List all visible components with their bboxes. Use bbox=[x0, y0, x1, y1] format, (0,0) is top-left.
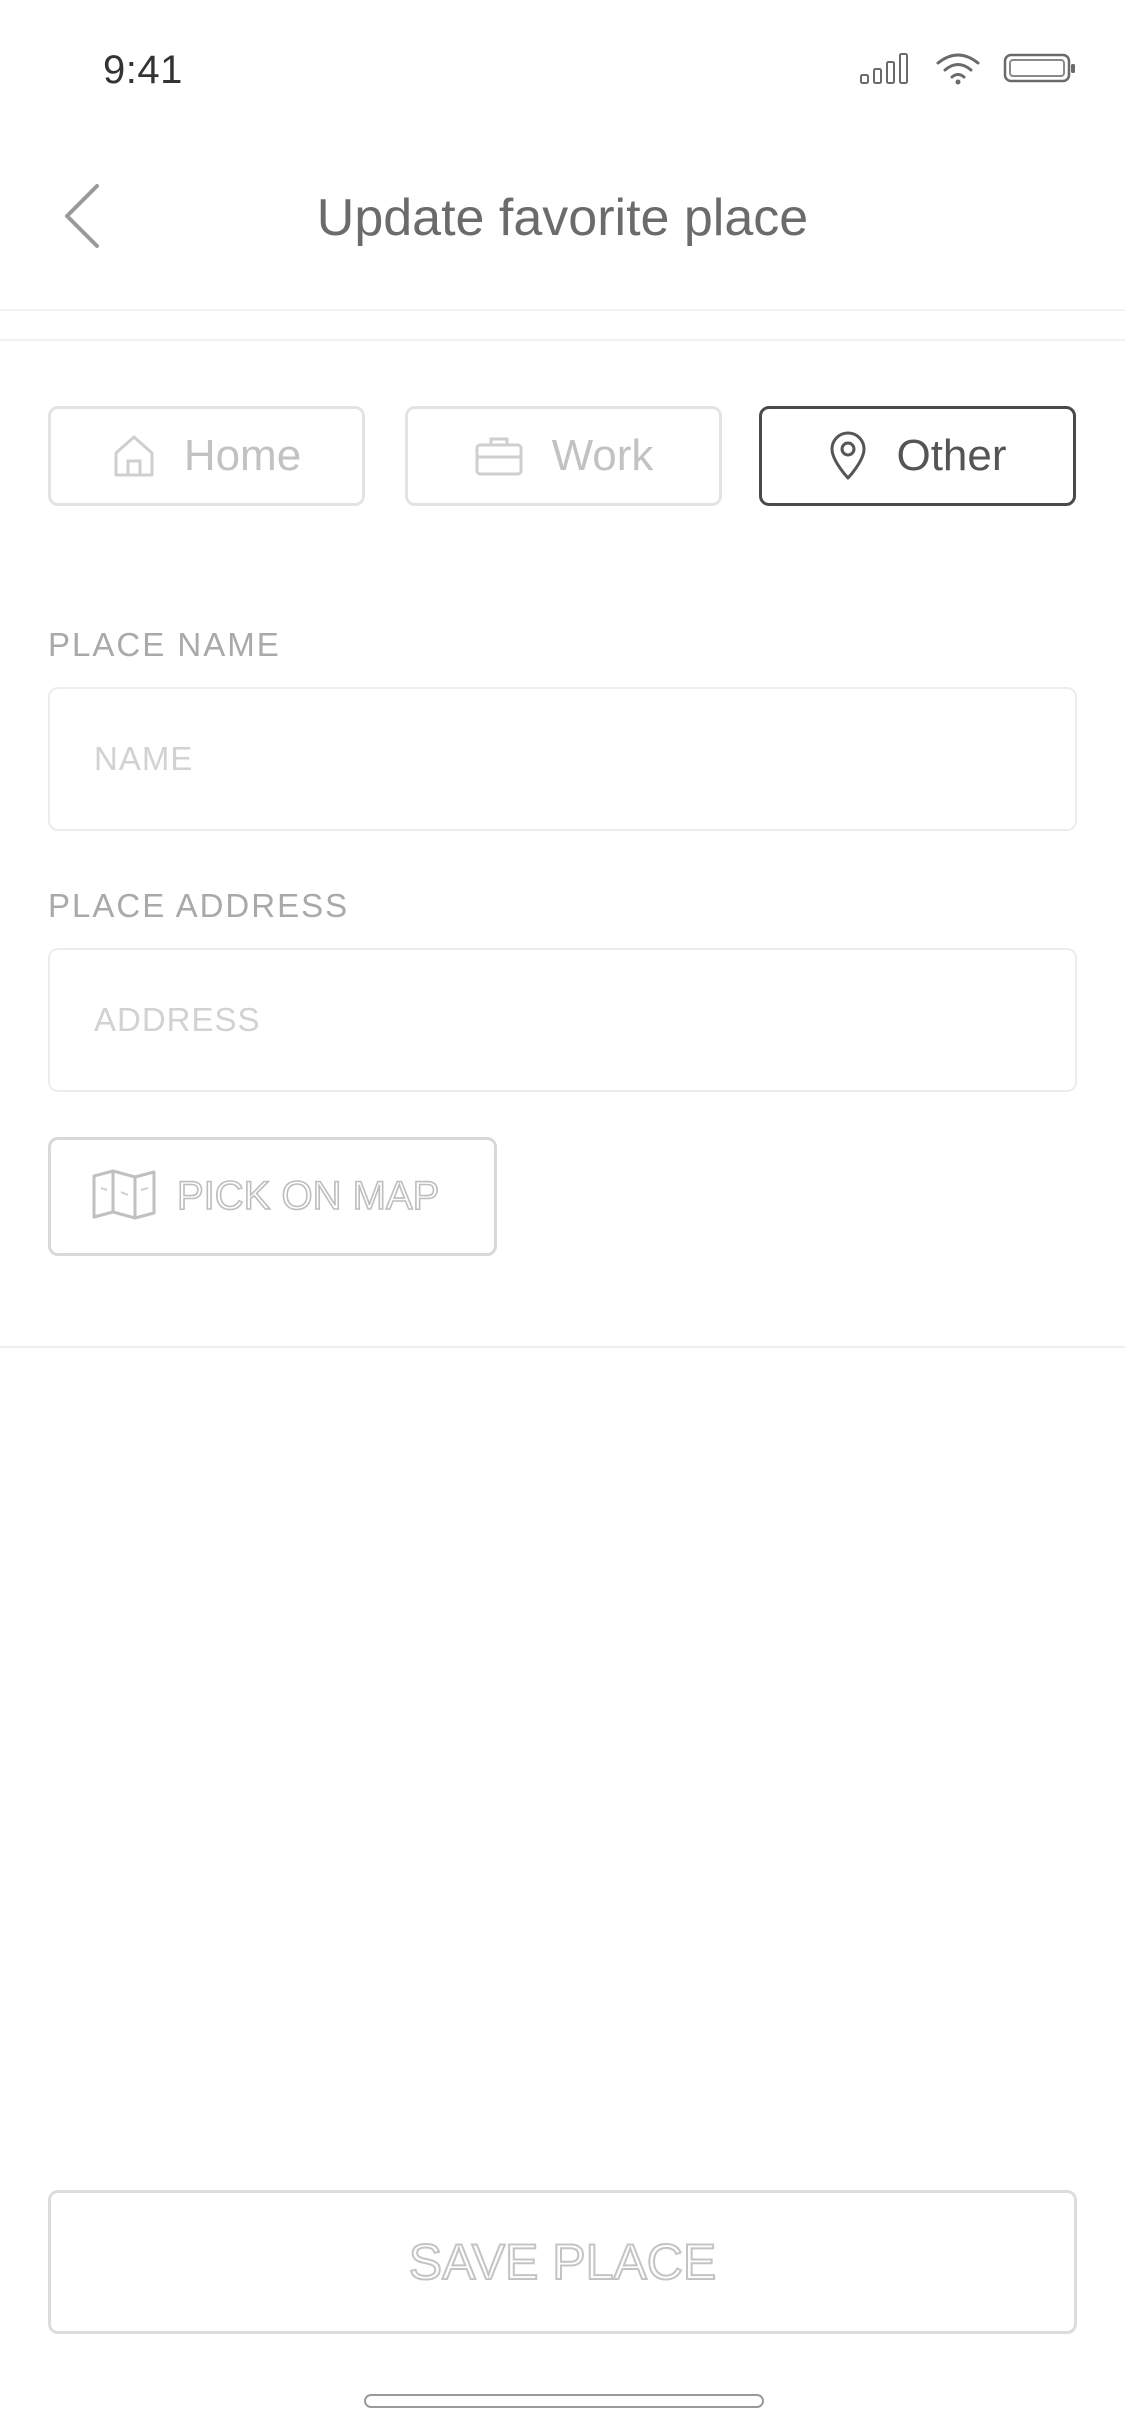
home-icon bbox=[112, 433, 156, 479]
place-type-label: Work bbox=[551, 431, 654, 480]
briefcase-icon bbox=[474, 435, 524, 477]
folded-map-icon bbox=[91, 1168, 157, 1225]
place-type-other-button[interactable]: Other bbox=[759, 406, 1076, 506]
header-divider-secondary bbox=[0, 339, 1125, 341]
place-type-home-button[interactable]: Home bbox=[48, 406, 365, 506]
place-name-input[interactable] bbox=[48, 687, 1077, 831]
map-pin-icon bbox=[828, 431, 868, 481]
pick-on-map-label: PICK ON MAP bbox=[176, 1173, 440, 1219]
place-address-input[interactable] bbox=[48, 948, 1077, 1092]
header-divider bbox=[0, 309, 1125, 311]
cellular-signal-icon bbox=[859, 51, 913, 90]
wifi-icon bbox=[935, 51, 981, 90]
status-icons bbox=[859, 50, 1077, 90]
home-indicator[interactable] bbox=[364, 2394, 764, 2408]
place-type-label: Other bbox=[896, 431, 1007, 480]
save-place-button[interactable]: SAVE PLACE bbox=[48, 2190, 1077, 2334]
page-title: Update favorite place bbox=[316, 189, 809, 247]
place-name-label: PLACE NAME bbox=[48, 626, 281, 663]
status-time: 9:41 bbox=[103, 48, 183, 92]
form-divider bbox=[0, 1346, 1125, 1348]
place-type-work-button[interactable]: Work bbox=[405, 406, 722, 506]
save-place-label: SAVE PLACE bbox=[408, 2233, 718, 2291]
place-type-label: Home bbox=[183, 431, 302, 480]
battery-icon bbox=[1003, 51, 1077, 90]
place-address-label: PLACE ADDRESS bbox=[48, 887, 350, 924]
pick-on-map-button[interactable]: PICK ON MAP bbox=[48, 1137, 497, 1256]
